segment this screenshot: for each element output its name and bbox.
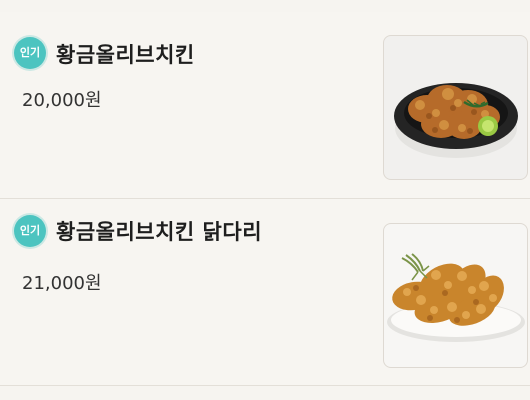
menu-item-price: 20,000원: [22, 90, 102, 111]
menu-item-name: 황금올리브치킨: [56, 43, 195, 67]
menu-divider: [0, 385, 530, 386]
menu-item[interactable]: 인기 황금올리브치킨 닭다리 21,000원: [0, 199, 530, 385]
fried-chicken-plate-icon: [394, 83, 518, 158]
menu-item-name: 황금올리브치킨 닭다리: [56, 220, 263, 244]
popular-badge: 인기: [14, 37, 46, 69]
menu-item-image[interactable]: [383, 35, 528, 180]
menu-item-image[interactable]: [383, 223, 528, 368]
menu-item-price: 21,000원: [22, 273, 102, 294]
popular-badge: 인기: [14, 215, 46, 247]
menu-item[interactable]: 인기 황금올리브치킨 20,000원: [0, 12, 530, 198]
menu-list: 인기 황금올리브치킨 20,000원 인기 황금올리브치킨 닭다리 21,000…: [0, 0, 530, 400]
chicken-drumsticks-plate-icon: [387, 253, 525, 342]
